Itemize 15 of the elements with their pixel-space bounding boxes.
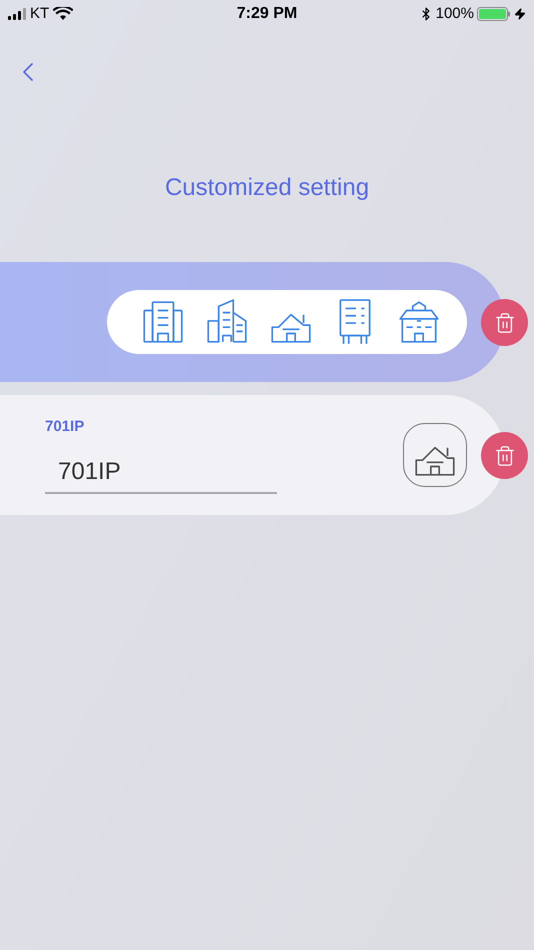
battery-icon — [477, 7, 511, 21]
delete-button[interactable] — [481, 432, 528, 479]
wifi-icon — [53, 7, 74, 21]
field-label: 701IP — [45, 416, 86, 437]
trash-icon — [494, 312, 516, 334]
signal-icon — [8, 8, 26, 20]
clock-time: 7:29 PM — [236, 4, 298, 24]
building-icon-button[interactable] — [403, 423, 467, 487]
charging-icon — [514, 8, 526, 20]
carrier-name: KT — [30, 4, 50, 24]
page-title: Customized setting — [164, 173, 370, 203]
name-field[interactable]: 701IP — [45, 452, 277, 494]
battery-percentage: 100% — [436, 4, 474, 24]
delete-button[interactable] — [481, 299, 528, 346]
trash-icon — [494, 444, 516, 466]
